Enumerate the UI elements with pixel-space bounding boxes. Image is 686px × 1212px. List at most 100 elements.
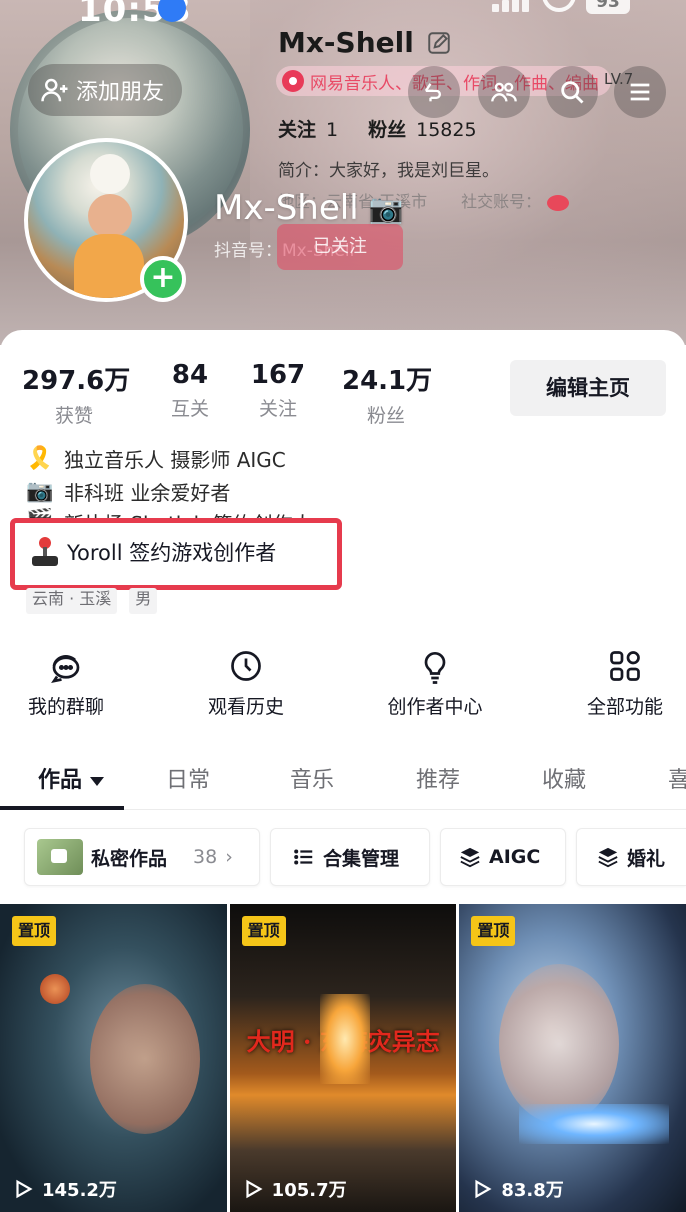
menu-button[interactable]: [614, 66, 666, 118]
wedding-collection-chip[interactable]: 婚礼: [576, 828, 686, 886]
two-people-icon: [491, 82, 517, 102]
aigc-collection-chip[interactable]: AIGC: [440, 828, 566, 886]
tab-favorites[interactable]: 收藏: [542, 762, 586, 794]
joystick-icon: [31, 537, 58, 567]
status-icons: 93: [492, 0, 630, 14]
tab-likes[interactable]: 喜欢: [668, 762, 686, 794]
play-count: 83.8万: [471, 1176, 564, 1202]
header-follow-stat[interactable]: 关注 1: [278, 115, 338, 142]
list-icon: [294, 849, 313, 865]
quick-actions: 我的群聊 观看历史 创作者中心 全部功能: [0, 648, 686, 722]
play-count: 105.7万: [242, 1176, 347, 1202]
stat-mutual-label: 互关: [170, 398, 209, 420]
lightbulb-icon: [424, 651, 446, 684]
weibo-icon[interactable]: [547, 194, 570, 211]
quick-action-creator-center[interactable]: 创作者中心: [378, 648, 492, 719]
play-icon: [16, 1179, 33, 1199]
header-fans-stat[interactable]: 粉丝 15825: [368, 115, 476, 142]
profile-name: Mx-Shell: [278, 26, 414, 59]
stat-likes-value: 297.6万: [22, 366, 131, 396]
stat-mutual-value: 84: [171, 360, 209, 390]
play-count: 145.2万: [12, 1176, 117, 1202]
quick-action-label: 创作者中心: [387, 696, 483, 718]
tab-label: 作品: [38, 768, 83, 793]
tab-active-indicator: [0, 806, 124, 810]
hand-pointer-icon: [424, 83, 441, 102]
pinned-badge: 置顶: [12, 916, 57, 946]
bio-line: 🎗️ 独立音乐人 摄影师 AIGC: [26, 442, 313, 475]
video-tile[interactable]: 置顶 83.8万: [459, 904, 686, 1212]
private-works-count: 38: [193, 846, 218, 868]
stat-fans-label: 粉丝: [366, 405, 405, 427]
video-tile[interactable]: 置顶 145.2万: [0, 904, 227, 1212]
highlighted-bio-content: Yoroll 签约游戏创作者: [31, 537, 276, 567]
video-grid: 置顶 145.2万 置顶 大明 · 东海灾异志 105.7万 置顶 83.8万: [0, 904, 686, 1212]
stat-following[interactable]: 167 关注: [246, 360, 310, 421]
gender-tag: 男: [129, 588, 158, 614]
clock-icon: [231, 651, 261, 681]
content-tabs: 作品 日常 音乐 推荐 收藏 喜欢: [0, 754, 686, 810]
play-icon: [246, 1179, 263, 1199]
header-fans-count: 15825: [416, 119, 477, 141]
avatar-duck-shape: [90, 154, 130, 194]
camera-icon: 📷: [26, 479, 54, 504]
add-friend-label: 添加朋友: [76, 80, 165, 105]
signal-icon: [492, 0, 532, 12]
collection-manage-label: 合集管理: [323, 847, 400, 870]
add-friend-button[interactable]: 添加朋友: [28, 64, 183, 116]
battery-indicator: 93: [586, 0, 630, 14]
private-works-chip[interactable]: 私密作品 38 ›: [24, 828, 260, 886]
layers-icon: [460, 847, 480, 868]
tab-daily[interactable]: 日常: [166, 762, 210, 794]
search-button[interactable]: [546, 66, 598, 118]
bio: 🎗️ 独立音乐人 摄影师 AIGC 📷 非科班 业余爱好者 🎬 新片场 Shot…: [26, 442, 313, 530]
tab-works[interactable]: 作品: [38, 762, 105, 794]
aigc-collection-label: AIGC: [489, 846, 541, 868]
video-tile[interactable]: 置顶 大明 · 东海灾异志 105.7万: [229, 904, 457, 1212]
private-works-label: 私密作品: [91, 847, 168, 870]
hamburger-menu-icon: [630, 83, 650, 101]
stat-fans[interactable]: 24.1万 粉丝: [342, 360, 432, 428]
play-count-value: 105.7万: [271, 1180, 347, 1201]
hand-button[interactable]: [408, 66, 460, 118]
collection-chips: 私密作品 38 › 合集管理 AIGC 婚礼: [0, 828, 686, 888]
play-count-value: 83.8万: [501, 1180, 564, 1201]
bio-line-text: 独立音乐人 摄影师 AIGC: [64, 448, 286, 472]
location-tag: 云南 · 玉溪: [26, 588, 118, 614]
quick-action-all-features[interactable]: 全部功能: [578, 648, 672, 719]
ribbon-icon: 🎗️: [26, 446, 54, 471]
wedding-collection-label: 婚礼: [627, 847, 666, 870]
stat-mutual[interactable]: 84 互关: [158, 360, 222, 421]
quick-action-label: 全部功能: [586, 696, 663, 718]
layers-icon: [598, 847, 618, 868]
private-works-thumbnail: [37, 839, 83, 875]
grid-icon: [610, 651, 640, 681]
add-person-icon: [41, 78, 68, 102]
camera-icon: 📷: [368, 191, 404, 225]
profile-name-row: Mx-Shell: [278, 26, 452, 59]
overlay-name-row: Mx-Shell 📷: [214, 188, 404, 228]
profile-header: 10:58 93 添加朋友 Mx-Shell 网易音乐人、歌手、作词、作曲、编曲…: [0, 0, 686, 345]
quick-action-history[interactable]: 观看历史: [198, 648, 294, 719]
edit-icon[interactable]: [426, 30, 452, 56]
pinned-badge: 置顶: [241, 916, 286, 946]
avatar-child-body: [74, 234, 144, 298]
quick-action-label: 我的群聊: [27, 696, 104, 718]
friends-button[interactable]: [478, 66, 530, 118]
stat-likes[interactable]: 297.6万 获赞: [22, 360, 131, 428]
quick-action-label: 观看历史: [207, 696, 284, 718]
highlighted-bio-line: Yoroll 签约游戏创作者: [10, 518, 342, 590]
quick-action-group-chat[interactable]: 我的群聊: [20, 648, 112, 719]
tab-music[interactable]: 音乐: [290, 762, 334, 794]
chat-bubbles-icon: [51, 655, 80, 683]
tab-recommend[interactable]: 推荐: [416, 762, 460, 794]
search-icon: [561, 81, 584, 104]
profile-card: 297.6万 获赞 84 互关 167 关注 24.1万 粉丝 编辑主页 🎗️ …: [0, 330, 686, 1212]
collection-manage-chip[interactable]: 合集管理: [270, 828, 430, 886]
edit-profile-button[interactable]: 编辑主页: [510, 360, 666, 416]
caret-down-icon: [90, 776, 105, 786]
add-story-plus-icon[interactable]: +: [140, 256, 186, 302]
header-intro: 简介：大家好，我是刘巨星。: [278, 161, 499, 181]
chevron-right-icon: ›: [225, 846, 233, 868]
overlay-follow-button[interactable]: 已关注: [277, 224, 403, 270]
